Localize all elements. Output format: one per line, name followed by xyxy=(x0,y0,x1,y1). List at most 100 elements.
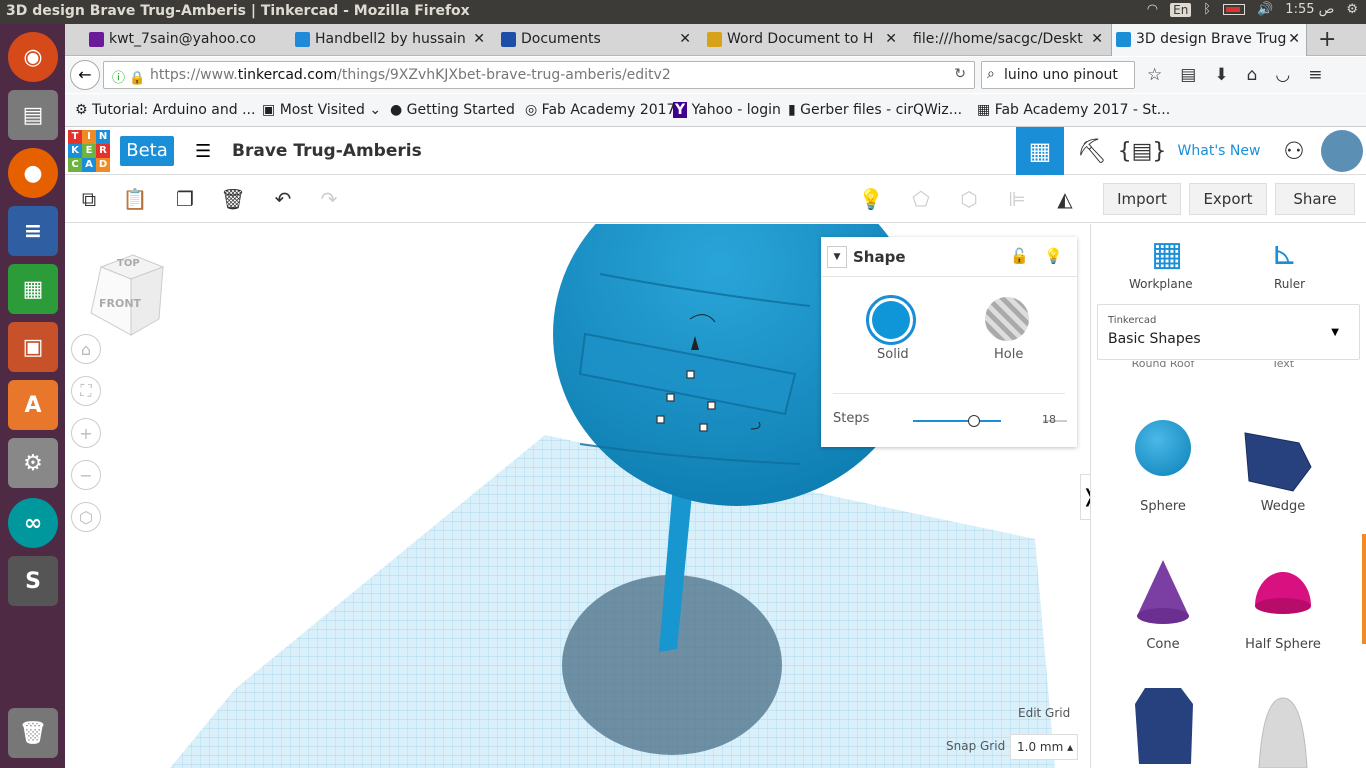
export-button[interactable]: Export xyxy=(1189,183,1267,215)
tab-documents[interactable]: Documents ✕ xyxy=(497,24,697,56)
paraboloid-shape[interactable] xyxy=(1255,694,1311,768)
solid-option[interactable] xyxy=(866,295,916,345)
blocks-pickaxe-icon[interactable]: ⛏ xyxy=(1068,127,1116,175)
url-bar[interactable]: ⓘ 🔒 https://www.tinkercad.com/things/9XZ… xyxy=(103,61,975,89)
shape-library-select[interactable]: Tinkercad Basic Shapes ▼ xyxy=(1097,304,1360,360)
3d-view-grid-icon[interactable]: ▦ xyxy=(1016,127,1064,175)
close-tab-icon[interactable]: ✕ xyxy=(679,31,691,47)
bookmark-item[interactable]: Y Yahoo - login xyxy=(673,102,781,118)
steps-slider-knob[interactable] xyxy=(968,415,980,427)
paste-icon[interactable]: 📋 xyxy=(121,185,149,213)
bookmark-item[interactable]: ● Getting Started xyxy=(390,102,515,118)
half-sphere-shape[interactable] xyxy=(1253,568,1313,616)
tab-word-to-html[interactable]: Word Document to H ✕ xyxy=(703,24,903,56)
tab-handbell[interactable]: Handbell2 by hussain ✕ xyxy=(291,24,491,56)
notes-lightbulb-icon[interactable]: 💡 xyxy=(857,185,885,213)
bookmark-star-icon[interactable]: ☆ xyxy=(1147,65,1162,85)
edit-grid-link[interactable]: Edit Grid xyxy=(1018,706,1070,720)
impress-icon[interactable]: ▣ xyxy=(8,322,58,372)
cone-shape[interactable] xyxy=(1133,558,1193,626)
ungroup-icon[interactable]: ⬡ xyxy=(955,185,983,213)
copy-icon[interactable]: ⧉ xyxy=(75,185,103,213)
lock-icon[interactable]: 🔓 xyxy=(1010,247,1029,265)
beta-badge[interactable]: Beta xyxy=(120,136,174,166)
perspective-icon[interactable]: ⬡ xyxy=(71,502,101,532)
mirror-icon[interactable]: ◭ xyxy=(1051,185,1079,213)
arduino-icon[interactable]: ∞ xyxy=(8,498,58,548)
snap-grid-select[interactable]: 1.0 mm ▴ xyxy=(1010,734,1078,760)
bookmark-folder[interactable]: ▣ Most Visited ⌄ xyxy=(262,102,381,118)
clock[interactable]: 1:55 ص xyxy=(1285,2,1334,17)
undo-icon[interactable]: ↶ xyxy=(269,185,297,213)
zoom-out-icon[interactable]: − xyxy=(71,460,101,490)
workplane-icon[interactable]: ▦ xyxy=(1151,234,1183,274)
wedge-shape[interactable] xyxy=(1241,429,1317,495)
duplicate-icon[interactable]: ❐ xyxy=(171,185,199,213)
back-icon[interactable]: ← xyxy=(70,60,100,90)
reload-icon[interactable]: ↻ xyxy=(954,66,966,82)
bookmark-item[interactable]: ▮ Gerber files - cirQWiz... xyxy=(788,102,962,118)
ruler-button[interactable]: Ruler xyxy=(1274,277,1305,291)
ubuntu-dash-icon[interactable]: ◉ xyxy=(8,32,58,82)
firefox-icon[interactable]: ● xyxy=(8,148,58,198)
share-button[interactable]: Share xyxy=(1275,183,1355,215)
close-tab-icon[interactable]: ✕ xyxy=(885,31,897,47)
bluetooth-icon[interactable]: ᛒ xyxy=(1203,2,1211,17)
files-icon[interactable]: ▤ xyxy=(8,90,58,140)
group-icon[interactable]: ⬠ xyxy=(907,185,935,213)
design-name[interactable]: Brave Trug-Amberis xyxy=(232,141,422,161)
bookmark-item[interactable]: ▦ Fab Academy 2017 - St... xyxy=(977,102,1170,118)
reading-list-icon[interactable]: ▤ xyxy=(1180,65,1196,85)
close-tab-icon[interactable]: ✕ xyxy=(1091,31,1103,47)
steps-slider[interactable] xyxy=(913,420,1067,422)
tinkercad-logo[interactable]: TIN KER CAD xyxy=(68,130,112,172)
add-user-icon[interactable]: ⚇ xyxy=(1272,127,1316,175)
zoom-in-icon[interactable]: + xyxy=(71,418,101,448)
calc-icon[interactable]: ▦ xyxy=(8,264,58,314)
battery-icon[interactable] xyxy=(1223,4,1246,15)
redo-icon[interactable]: ↷ xyxy=(315,185,343,213)
workplane-button[interactable]: Workplane xyxy=(1129,277,1193,291)
panel-scrollbar[interactable] xyxy=(1362,534,1366,644)
ruler-icon[interactable]: ⊾ xyxy=(1271,234,1298,272)
half-sphere-label: Half Sphere xyxy=(1245,637,1321,652)
bookmark-item[interactable]: ⚙ Tutorial: Arduino and ... xyxy=(75,102,255,118)
tab-yahoo-mail[interactable]: kwt_7sain@yahoo.co xyxy=(85,24,285,56)
keyboard-layout[interactable]: En xyxy=(1170,2,1192,17)
import-button[interactable]: Import xyxy=(1103,183,1181,215)
collapse-dropdown-icon[interactable]: ▼ xyxy=(827,246,847,268)
fit-view-icon[interactable]: ⛶ xyxy=(71,376,101,406)
writer-icon[interactable]: ≡ xyxy=(8,206,58,256)
volume-icon[interactable]: 🔊 xyxy=(1257,2,1273,17)
tab-tinkercad[interactable]: 3D design Brave Trug ✕ xyxy=(1111,24,1307,56)
power-gear-icon[interactable]: ⚙ xyxy=(1346,2,1358,17)
pocket-icon[interactable]: ◡ xyxy=(1275,65,1290,85)
close-tab-icon[interactable]: ✕ xyxy=(473,31,485,47)
software-center-icon[interactable]: A xyxy=(8,380,58,430)
close-tab-icon[interactable]: ✕ xyxy=(1288,31,1300,47)
delete-icon[interactable]: 🗑 xyxy=(219,185,247,213)
home-view-icon[interactable]: ⌂ xyxy=(71,334,101,364)
design-list-icon[interactable]: ☰ xyxy=(195,141,211,162)
avatar[interactable] xyxy=(1318,127,1366,175)
whats-new-link[interactable]: What's New xyxy=(1170,127,1268,175)
home-icon[interactable]: ⌂ xyxy=(1247,65,1258,85)
menu-icon[interactable]: ≡ xyxy=(1308,65,1322,85)
new-tab-icon[interactable]: + xyxy=(1318,27,1336,52)
view-cube[interactable]: TOP FRONT xyxy=(87,249,167,343)
download-icon[interactable]: ⬇ xyxy=(1214,65,1228,85)
polygon-shape[interactable] xyxy=(1133,684,1195,768)
system-settings-icon[interactable]: ⚙ xyxy=(8,438,58,488)
wifi-icon[interactable]: ◠ xyxy=(1147,2,1158,17)
trash-icon[interactable]: 🗑 xyxy=(8,708,58,758)
align-icon[interactable]: ⊫ xyxy=(1003,185,1031,213)
lightbulb-icon[interactable]: 💡 xyxy=(1044,247,1063,265)
bookmark-item[interactable]: ◎ Fab Academy 2017 xyxy=(525,102,675,118)
tab-local-file[interactable]: file:///home/sacgc/Deskt ✕ xyxy=(909,24,1109,56)
search-input[interactable]: ⌕ luino uno pinout xyxy=(981,61,1135,89)
sublime-icon[interactable]: S xyxy=(8,556,58,606)
secure-lock-icon[interactable]: ⓘ 🔒 xyxy=(112,67,145,86)
hole-option[interactable] xyxy=(985,297,1029,341)
codeblocks-icon[interactable]: {▤} xyxy=(1118,127,1167,175)
sphere-shape[interactable] xyxy=(1135,420,1191,476)
